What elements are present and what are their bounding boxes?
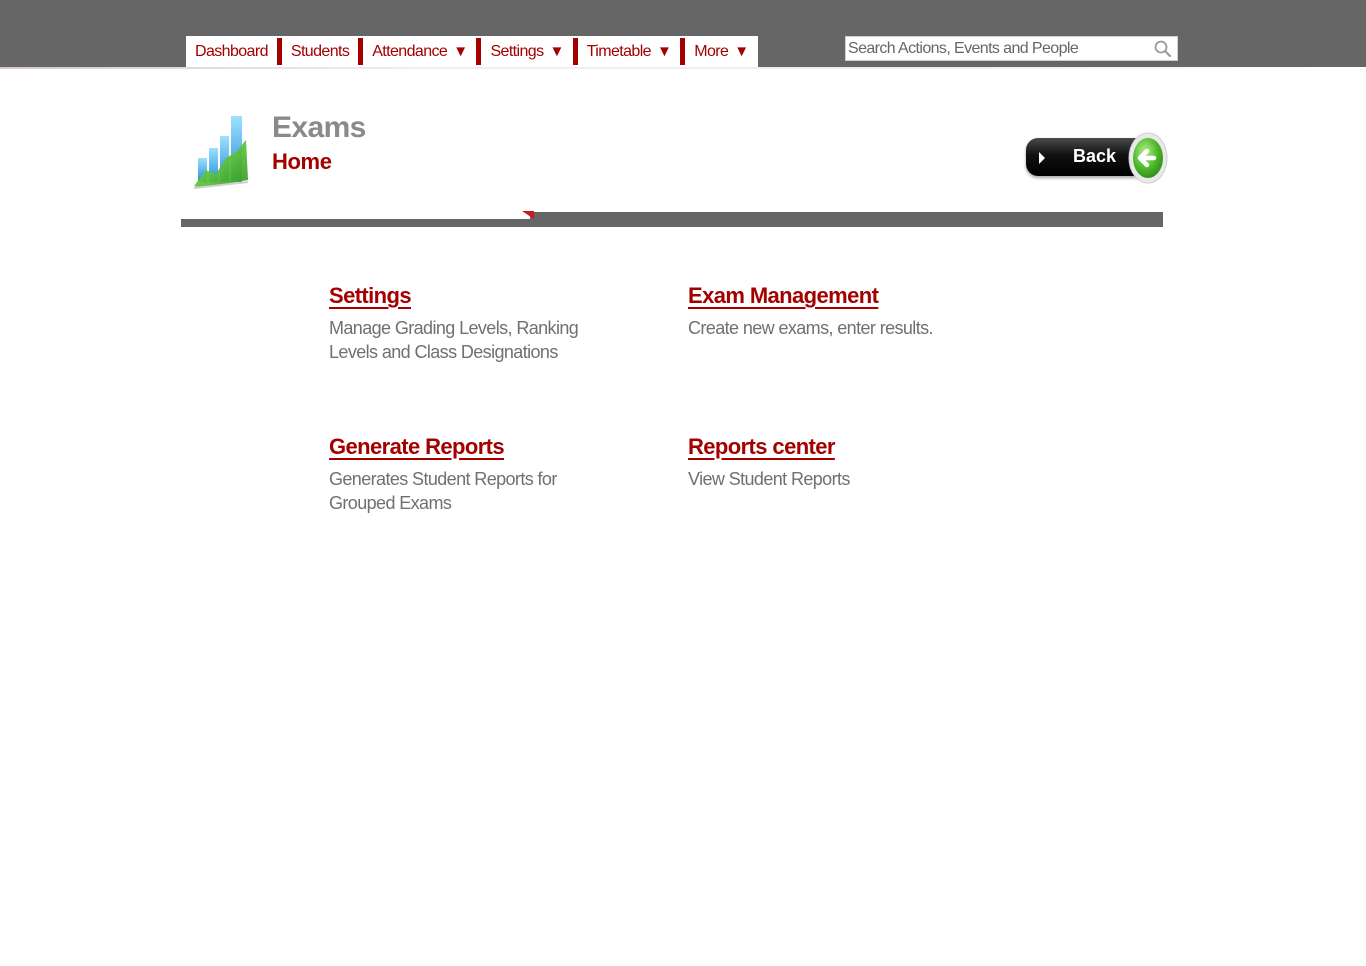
back-arrow-icon [1128, 132, 1168, 184]
card-description: View Student Reports [688, 469, 850, 489]
nav-item-label: Dashboard [195, 42, 268, 60]
back-button[interactable]: Back [1025, 131, 1169, 187]
play-triangle-icon [1039, 152, 1045, 164]
nav-item-label: More [694, 42, 729, 60]
nav-item-settings[interactable]: Settings ▼ [481, 36, 572, 67]
nav-item-label: Attendance [372, 42, 448, 60]
reports-center-link[interactable]: Reports center [688, 434, 835, 460]
search-icon[interactable] [1153, 39, 1173, 59]
chevron-down-icon: ▼ [734, 43, 749, 60]
card-settings: Settings Manage Grading Levels, Ranking … [329, 283, 619, 364]
header-divider [181, 219, 530, 227]
page: Dashboard Students Attendance ▼ Settings… [0, 0, 1366, 966]
chevron-down-icon: ▼ [549, 43, 564, 60]
back-button-label: Back [1073, 146, 1117, 166]
card-description: Generates Student Reports for Grouped Ex… [329, 469, 557, 513]
nav-item-label: Timetable [586, 42, 652, 60]
page-subtitle: Home [272, 149, 332, 174]
card-exam-management: Exam Management Create new exams, enter … [688, 283, 1018, 340]
exam-management-link[interactable]: Exam Management [688, 283, 879, 309]
nav-item-students[interactable]: Students [282, 36, 358, 67]
search-box [845, 36, 1178, 61]
generate-reports-link[interactable]: Generate Reports [329, 434, 505, 460]
nav-item-label: Students [290, 42, 350, 60]
nav-item-label: Settings [490, 42, 544, 60]
header-divider [530, 212, 1163, 227]
nav-item-dashboard[interactable]: Dashboard [186, 36, 277, 67]
chevron-down-icon: ▼ [656, 43, 672, 60]
card-description: Manage Grading Levels, Ranking Levels an… [329, 318, 579, 362]
chevron-down-icon: ▼ [453, 43, 468, 60]
header-divider-accent [522, 211, 534, 219]
search-input[interactable] [846, 37, 1146, 60]
nav-item-attendance[interactable]: Attendance ▼ [363, 36, 476, 67]
settings-link[interactable]: Settings [329, 283, 412, 309]
card-generate-reports: Generate Reports Generates Student Repor… [329, 434, 619, 515]
main-nav: Dashboard Students Attendance ▼ Settings… [186, 36, 758, 67]
page-title: Exams [272, 111, 366, 144]
exams-chart-icon [193, 116, 249, 189]
nav-item-timetable[interactable]: Timetable ▼ [578, 36, 681, 67]
nav-item-more[interactable]: More ▼ [685, 36, 757, 67]
card-description: Create new exams, enter results. [688, 318, 934, 338]
card-reports-center: Reports center View Student Reports [688, 434, 1018, 491]
top-bar-shadow [0, 67, 1366, 69]
